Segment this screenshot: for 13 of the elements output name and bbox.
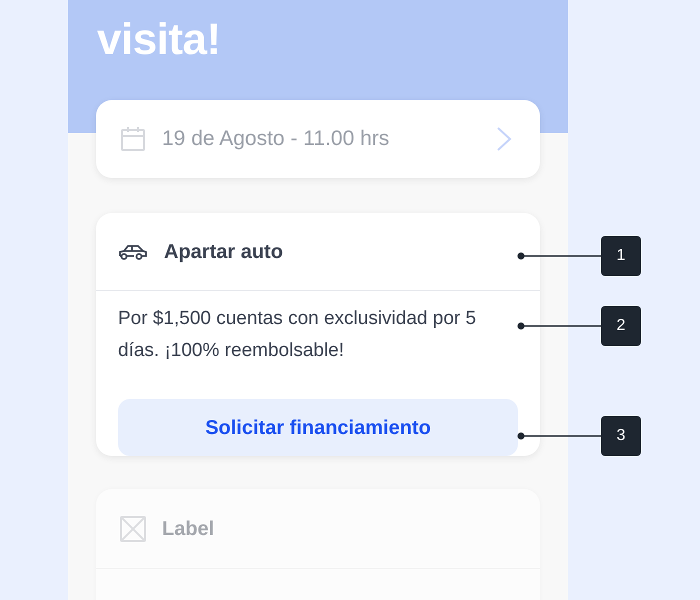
date-text: 19 de Agosto - 11.00 hrs [162,126,390,152]
chevron-right-icon [496,126,512,152]
calendar-icon [120,126,146,152]
annotation-marker: 1 [601,236,641,276]
annotation-marker: 3 [601,416,641,456]
image-placeholder-icon [120,516,146,542]
financing-button[interactable]: Solicitar financiamiento [118,399,518,456]
placeholder-label: Label [162,516,214,542]
card-title: Apartar auto [164,240,283,264]
description-text: Por $1,500 cuentas con exclusividad por 5 días. ¡100% reembolsable! [117,307,478,363]
annotation-marker: 2 [601,306,641,346]
car-icon [118,242,148,260]
heading: visita! [97,18,221,62]
